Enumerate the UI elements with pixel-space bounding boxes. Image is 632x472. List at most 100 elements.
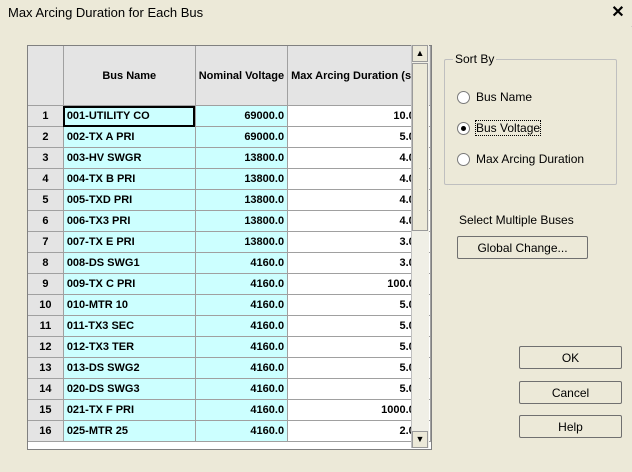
header-row: Bus Name Nominal Voltage Max Arcing Dura… (28, 46, 431, 106)
sort-by-legend: Sort By (453, 52, 497, 66)
bus-name-cell[interactable]: 011-TX3 SEC (63, 315, 196, 337)
voltage-cell[interactable]: 4160.0 (195, 420, 289, 442)
duration-cell[interactable]: 10.000 (287, 105, 431, 127)
voltage-cell[interactable]: 4160.0 (195, 294, 289, 316)
scroll-thumb[interactable] (412, 63, 428, 231)
bus-grid[interactable]: Bus Name Nominal Voltage Max Arcing Dura… (27, 45, 432, 450)
close-icon[interactable]: ✕ (608, 3, 628, 23)
corner-header (28, 46, 64, 106)
bus-name-cell[interactable]: 025-MTR 25 (63, 420, 196, 442)
bus-name-header[interactable]: Bus Name (63, 46, 196, 106)
row-number: 1 (28, 105, 64, 127)
cancel-button[interactable]: Cancel (519, 381, 622, 404)
radio-icon[interactable] (457, 121, 470, 135)
sort-by-group: Sort By Bus Name Bus Voltage Max Arcing … (444, 52, 617, 185)
scroll-up-icon[interactable]: ▲ (412, 45, 428, 62)
help-button[interactable]: Help (519, 415, 622, 438)
duration-cell[interactable]: 5.000 (287, 357, 431, 379)
table-row[interactable]: 7007-TX E PRI13800.03.000 (28, 231, 431, 253)
duration-cell[interactable]: 100.000 (287, 273, 431, 295)
duration-cell[interactable]: 5.000 (287, 294, 431, 316)
duration-cell[interactable]: 2.000 (287, 420, 431, 442)
voltage-cell[interactable]: 4160.0 (195, 357, 289, 379)
voltage-cell[interactable]: 4160.0 (195, 336, 289, 358)
duration-cell[interactable]: 3.000 (287, 231, 431, 253)
bus-name-cell[interactable]: 006-TX3 PRI (63, 210, 196, 232)
voltage-cell[interactable]: 13800.0 (195, 168, 289, 190)
table-row[interactable]: 4004-TX B PRI13800.04.000 (28, 168, 431, 190)
sort-bus-voltage-radio[interactable]: Bus Voltage (457, 120, 542, 136)
sort-bus-name-radio[interactable]: Bus Name (457, 90, 532, 104)
table-row[interactable]: 11011-TX3 SEC4160.05.000 (28, 315, 431, 337)
ok-button[interactable]: OK (519, 346, 622, 369)
table-row[interactable]: 8008-DS SWG14160.03.000 (28, 252, 431, 274)
duration-cell[interactable]: 5.000 (287, 378, 431, 400)
voltage-cell[interactable]: 69000.0 (195, 126, 289, 148)
duration-cell[interactable]: 3.000 (287, 252, 431, 274)
bus-name-cell[interactable]: 021-TX F PRI (63, 399, 196, 421)
table-row[interactable]: 12012-TX3 TER4160.05.000 (28, 336, 431, 358)
duration-cell[interactable]: 1000.000 (287, 399, 431, 421)
row-number: 16 (28, 420, 64, 442)
row-number: 7 (28, 231, 64, 253)
row-number: 2 (28, 126, 64, 148)
table-row[interactable]: 1001-UTILITY CO69000.010.000 (28, 105, 431, 127)
bus-name-cell[interactable]: 008-DS SWG1 (63, 252, 196, 274)
row-number: 14 (28, 378, 64, 400)
table-row[interactable]: 6006-TX3 PRI13800.04.000 (28, 210, 431, 232)
voltage-cell[interactable]: 13800.0 (195, 189, 289, 211)
bus-name-cell[interactable]: 009-TX C PRI (63, 273, 196, 295)
bus-name-cell[interactable]: 013-DS SWG2 (63, 357, 196, 379)
bus-name-cell[interactable]: 020-DS SWG3 (63, 378, 196, 400)
voltage-cell[interactable]: 4160.0 (195, 399, 289, 421)
table-row[interactable]: 9 009-TX C PRI 4160.0 100.000 (28, 273, 431, 295)
duration-cell[interactable]: 5.000 (287, 126, 431, 148)
row-number: 3 (28, 147, 64, 169)
duration-cell[interactable]: 4.000 (287, 147, 431, 169)
row-number: 4 (28, 168, 64, 190)
grid-scrollbar[interactable]: ▲ ▼ (411, 45, 429, 448)
table-row[interactable]: 10010-MTR 104160.05.000 (28, 294, 431, 316)
nominal-voltage-header[interactable]: Nominal Voltage (195, 46, 289, 106)
voltage-cell[interactable]: 4160.0 (195, 315, 289, 337)
table-row[interactable]: 13013-DS SWG24160.05.000 (28, 357, 431, 379)
scroll-down-icon[interactable]: ▼ (412, 431, 428, 448)
radio-label: Bus Voltage (474, 120, 542, 136)
duration-cell[interactable]: 5.000 (287, 315, 431, 337)
radio-label: Max Arcing Duration (476, 152, 585, 166)
max-arcing-header[interactable]: Max Arcing Duration (sec) (287, 46, 431, 106)
bus-name-cell[interactable]: 002-TX A PRI (63, 126, 196, 148)
duration-cell[interactable]: 5.000 (287, 336, 431, 358)
bus-name-cell[interactable]: 007-TX E PRI (63, 231, 196, 253)
duration-cell[interactable]: 4.000 (287, 210, 431, 232)
bus-name-cell[interactable]: 001-UTILITY CO (63, 105, 196, 127)
table-row[interactable]: 14020-DS SWG34160.05.000 (28, 378, 431, 400)
bus-name-cell[interactable]: 010-MTR 10 (63, 294, 196, 316)
row-number: 13 (28, 357, 64, 379)
bus-name-cell[interactable]: 005-TXD PRI (63, 189, 196, 211)
voltage-cell[interactable]: 13800.0 (195, 210, 289, 232)
voltage-cell[interactable]: 4160.0 (195, 273, 289, 295)
global-change-button[interactable]: Global Change... (457, 236, 588, 259)
voltage-cell[interactable]: 4160.0 (195, 252, 289, 274)
row-number: 8 (28, 252, 64, 274)
title-bar: Max Arcing Duration for Each Bus ✕ (0, 0, 632, 27)
duration-cell[interactable]: 4.000 (287, 189, 431, 211)
duration-cell[interactable]: 4.000 (287, 168, 431, 190)
table-row[interactable]: 16025-MTR 254160.02.000 (28, 420, 431, 442)
table-row[interactable]: 3003-HV SWGR13800.04.000 (28, 147, 431, 169)
radio-icon[interactable] (457, 152, 470, 166)
radio-icon[interactable] (457, 90, 470, 104)
bus-name-cell[interactable]: 004-TX B PRI (63, 168, 196, 190)
voltage-cell[interactable]: 13800.0 (195, 231, 289, 253)
table-row[interactable]: 5005-TXD PRI13800.04.000 (28, 189, 431, 211)
voltage-cell[interactable]: 69000.0 (195, 105, 289, 127)
voltage-cell[interactable]: 4160.0 (195, 378, 289, 400)
table-row[interactable]: 15 021-TX F PRI 4160.0 1000.000 (28, 399, 431, 421)
table-row[interactable]: 2002-TX A PRI69000.05.000 (28, 126, 431, 148)
bus-name-cell[interactable]: 012-TX3 TER (63, 336, 196, 358)
sort-max-arcing-radio[interactable]: Max Arcing Duration (457, 152, 584, 166)
select-multiple-caption: Select Multiple Buses (459, 213, 574, 227)
voltage-cell[interactable]: 13800.0 (195, 147, 289, 169)
bus-name-cell[interactable]: 003-HV SWGR (63, 147, 196, 169)
